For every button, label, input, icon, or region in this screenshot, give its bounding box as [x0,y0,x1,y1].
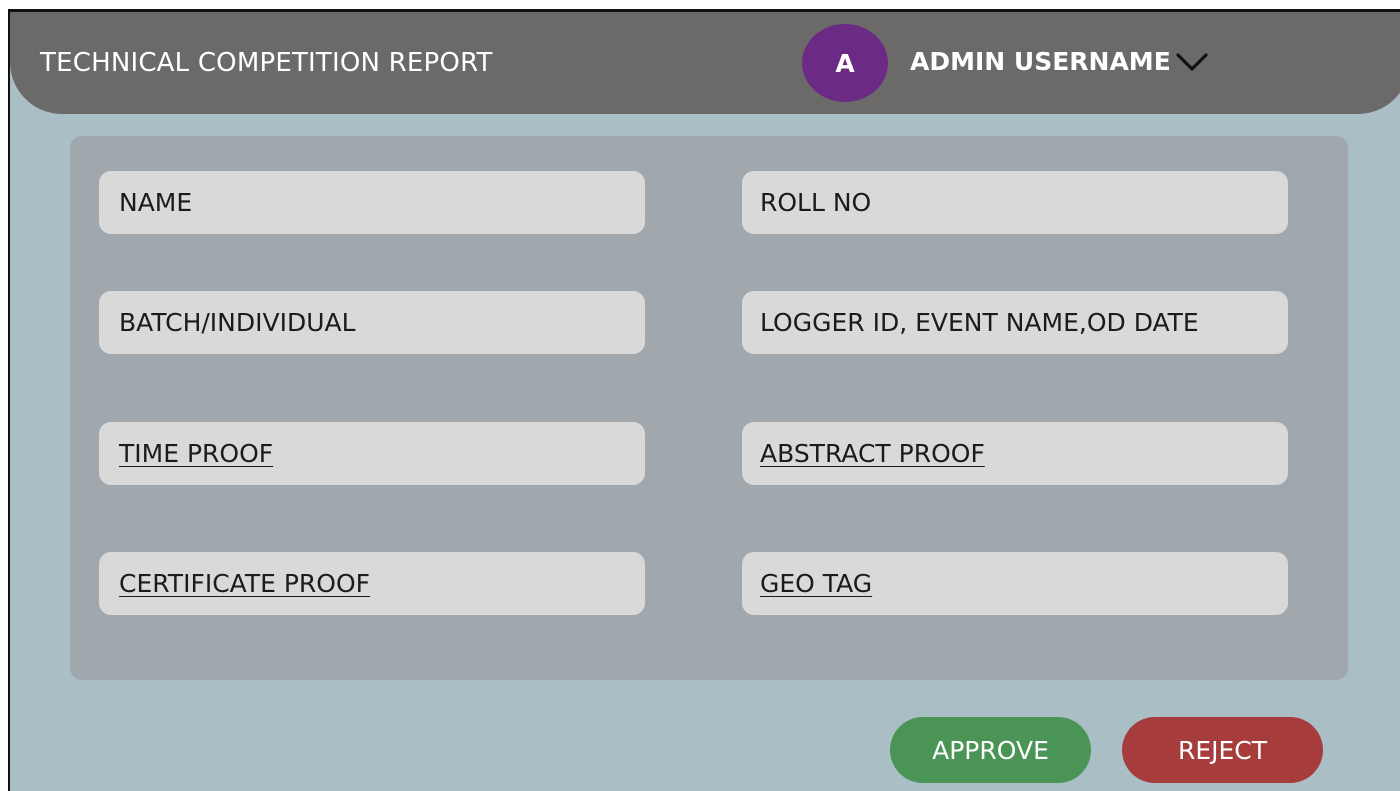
chevron-down-icon[interactable] [1175,51,1209,73]
avatar[interactable]: A [802,24,888,102]
name-field-label: NAME [119,188,193,217]
abstract-proof-link-text[interactable]: ABSTRACT PROOF [760,439,985,468]
geo-tag-link[interactable]: GEO TAG [742,552,1288,615]
username-label[interactable]: ADMIN USERNAME [910,47,1171,76]
abstract-proof-link[interactable]: ABSTRACT PROOF [742,422,1288,485]
page-title: TECHNICAL COMPETITION REPORT [40,48,493,78]
user-menu[interactable]: ADMIN USERNAME [910,47,1209,76]
reject-button[interactable]: REJECT [1122,717,1323,783]
batch-individual-field[interactable]: BATCH/INDIVIDUAL [99,291,645,354]
time-proof-link[interactable]: TIME PROOF [99,422,645,485]
logger-event-od-date-field-label: LOGGER ID, EVENT NAME,OD DATE [760,308,1199,337]
logger-event-od-date-field[interactable]: LOGGER ID, EVENT NAME,OD DATE [742,291,1288,354]
geo-tag-link-text[interactable]: GEO TAG [760,569,872,598]
app-window: TECHNICAL COMPETITION REPORT A ADMIN USE… [8,9,1400,791]
time-proof-link-text[interactable]: TIME PROOF [119,439,273,468]
batch-individual-field-label: BATCH/INDIVIDUAL [119,308,356,337]
top-bar: TECHNICAL COMPETITION REPORT A ADMIN USE… [10,12,1400,114]
roll-no-field[interactable]: ROLL NO [742,171,1288,234]
approve-button[interactable]: APPROVE [890,717,1091,783]
certificate-proof-link[interactable]: CERTIFICATE PROOF [99,552,645,615]
certificate-proof-link-text[interactable]: CERTIFICATE PROOF [119,569,370,598]
roll-no-field-label: ROLL NO [760,188,872,217]
report-details-panel: NAME ROLL NO BATCH/INDIVIDUAL LOGGER ID,… [70,136,1348,680]
name-field[interactable]: NAME [99,171,645,234]
